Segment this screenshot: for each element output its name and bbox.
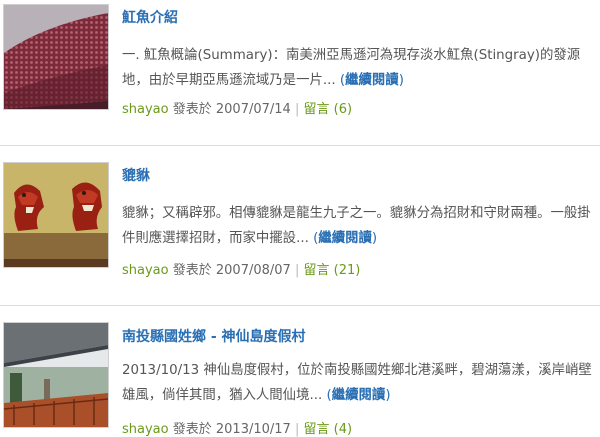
- post-divider: [0, 305, 600, 306]
- author-link[interactable]: shayao: [122, 263, 169, 278]
- posted-label: 發表於: [172, 263, 212, 278]
- post-meta: shayao 發表於 2007/07/14 | 留言 (6): [122, 98, 352, 117]
- meta-separator: |: [294, 102, 300, 117]
- read-more-link[interactable]: 繼續閱讀: [318, 231, 372, 246]
- post-title-link[interactable]: 南投縣國姓鄉 - 神仙島度假村: [122, 326, 306, 346]
- resort-deck-photo-icon: [4, 323, 108, 427]
- comments-link[interactable]: 留言 (4): [304, 422, 353, 437]
- post-thumbnail[interactable]: [3, 162, 109, 268]
- pixiu-statues-photo-icon: [4, 163, 108, 267]
- comments-link[interactable]: 留言 (6): [304, 102, 353, 117]
- post-divider: [0, 145, 600, 146]
- posted-label: 發表於: [172, 422, 212, 437]
- post-meta: shayao 發表於 2013/10/17 | 留言 (4): [122, 418, 352, 437]
- post-meta: shayao 發表於 2007/08/07 | 留言 (21): [122, 259, 360, 278]
- comments-link[interactable]: 留言 (21): [304, 263, 361, 278]
- author-link[interactable]: shayao: [122, 102, 169, 117]
- author-link[interactable]: shayao: [122, 422, 169, 437]
- post-title-link[interactable]: 貔貅: [122, 165, 150, 185]
- stingray-photo-icon: [4, 5, 108, 109]
- post-excerpt: 一. 魟魚概論(Summary)：南美洲亞馬遜河為現存淡水魟魚(Stingray…: [122, 48, 581, 88]
- post-thumbnail[interactable]: [3, 4, 109, 110]
- post-date: 2007/07/14: [215, 102, 291, 117]
- post-excerpt: 2013/10/13 神仙島度假村，位於南投縣國姓鄉北港溪畔，碧湖蕩漾，溪岸峭壁…: [122, 363, 592, 403]
- post-title-link[interactable]: 魟魚介紹: [122, 7, 178, 27]
- meta-separator: |: [294, 422, 300, 437]
- post-date: 2007/08/07: [215, 263, 291, 278]
- read-more-link[interactable]: 繼續閱讀: [332, 388, 386, 403]
- post-excerpt: 貔貅；又稱辟邪。相傳貔貅是龍生九子之一。貔貅分為招財和守財兩種。一般掛件則應選擇…: [122, 206, 591, 246]
- posted-label: 發表於: [172, 102, 212, 117]
- meta-separator: |: [294, 263, 300, 278]
- post-date: 2013/10/17: [215, 422, 291, 437]
- read-more-link[interactable]: 繼續閱讀: [345, 73, 399, 88]
- post-thumbnail[interactable]: [3, 322, 109, 428]
